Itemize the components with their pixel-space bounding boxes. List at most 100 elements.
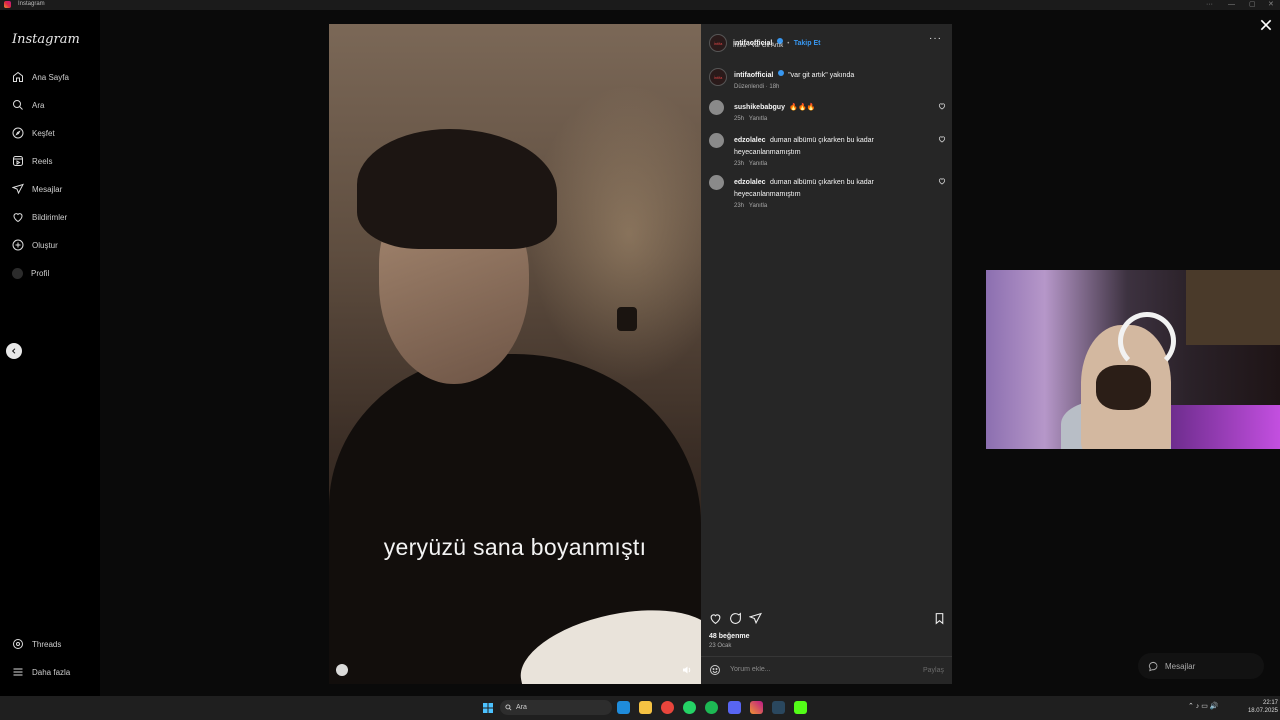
comment-icon[interactable] (729, 612, 742, 625)
sidebar-item-threads[interactable]: Threads (12, 635, 61, 653)
instagram-logo[interactable]: Instagram (12, 32, 80, 47)
post-comment-button[interactable]: Paylaş (923, 667, 944, 674)
discord-icon[interactable] (728, 701, 741, 714)
post-header: İntifa intifaofficial • Takip Et İntifa … (701, 24, 952, 62)
comment-composer: Paylaş (701, 656, 952, 685)
sidebar-item-label: Ara (32, 100, 45, 110)
comment-avatar[interactable] (709, 100, 724, 115)
menu-icon (13, 668, 23, 676)
post-audio[interactable]: İntifa - Var Git Artık (733, 43, 783, 49)
post-actions (709, 612, 947, 626)
heart-icon (13, 213, 23, 223)
sidebar-item-notifications[interactable]: Bildirimler (12, 208, 67, 226)
share-icon[interactable] (749, 612, 762, 625)
sidebar-item-label: Oluştur (32, 240, 58, 250)
plus-icon (12, 239, 24, 251)
previous-post-button[interactable] (6, 343, 22, 359)
comment-username[interactable]: edzolalec (734, 137, 766, 144)
post-author-avatar[interactable]: İntifa (709, 34, 727, 52)
webcam-scene (1166, 405, 1280, 449)
window-close-button[interactable]: ✕ (1268, 0, 1274, 10)
sidebar-item-label: Daha fazla (32, 667, 71, 677)
caption-username[interactable]: intifaofficial (734, 72, 773, 79)
taskbar-search[interactable]: Ara (500, 700, 612, 715)
comment-input[interactable] (728, 665, 912, 674)
minimize-button[interactable]: — (1228, 0, 1235, 10)
sidebar-item-more[interactable]: Daha fazla (12, 663, 70, 681)
webcam-scene (1118, 312, 1176, 370)
sidebar-item-label: Threads (32, 639, 62, 649)
reply-button[interactable]: Yanıtla (749, 161, 767, 167)
sidebar-item-create[interactable]: Oluştur (12, 236, 58, 254)
steam-icon[interactable] (772, 701, 785, 714)
sidebar-item-label: Keşfet (32, 128, 55, 138)
comment-time: 23h (734, 161, 745, 167)
home-icon (13, 71, 23, 82)
webcam-overlay (986, 270, 1280, 449)
video-subtitle: yeryüzü sana boyanmıştı (383, 534, 647, 560)
windows-start-icon[interactable] (482, 702, 494, 714)
reels-icon (13, 156, 23, 166)
comment-username[interactable]: sushikebabguy (734, 104, 785, 111)
follow-button[interactable]: Takip Et (794, 40, 821, 47)
more-icon[interactable]: ··· (1206, 0, 1213, 10)
tagged-users-button[interactable] (336, 664, 348, 676)
volume-icon[interactable] (681, 664, 693, 676)
like-comment-icon[interactable] (938, 135, 946, 143)
reply-button[interactable]: Yanıtla (749, 116, 767, 122)
close-modal-button[interactable] (1258, 17, 1274, 33)
send-icon (12, 183, 24, 195)
sidebar-item-messages[interactable]: Mesajlar (12, 180, 62, 198)
comment-text: 🔥🔥🔥 (789, 104, 816, 111)
messages-pill-button[interactable]: Mesajlar (1138, 653, 1264, 679)
search-icon (13, 100, 23, 110)
separator-dot: • (787, 41, 790, 47)
like-icon[interactable] (709, 612, 722, 625)
reply-button[interactable]: Yanıtla (749, 203, 767, 209)
comment-time: 25h (734, 116, 745, 122)
more-options-icon[interactable]: ··· (929, 33, 942, 44)
video-scene (529, 84, 701, 384)
comment-avatar[interactable] (709, 175, 724, 190)
kick-icon[interactable] (794, 701, 807, 714)
clock-time: 22:17 (1262, 700, 1278, 706)
messages-pill-label: Mesajlar (1165, 661, 1196, 671)
like-comment-icon[interactable] (938, 177, 946, 185)
sidebar-item-explore[interactable]: Keşfet (12, 124, 55, 142)
video-scene (357, 129, 557, 249)
avatar-logo-text: İntifa (713, 74, 723, 80)
like-comment-icon[interactable] (938, 102, 946, 110)
whatsapp-icon[interactable] (683, 701, 696, 714)
webcam-scene (1096, 365, 1151, 410)
sidebar-item-home[interactable]: Ana Sayfa (12, 68, 69, 86)
edge-icon[interactable] (617, 701, 630, 714)
system-clock[interactable]: 22:17 18.07.2025 (1244, 699, 1278, 715)
sidebar-item-search[interactable]: Ara (12, 96, 44, 114)
compass-icon (12, 127, 24, 139)
taskbar: Ara ⌃ ♪ ▭ 🔊 22:17 18.07.2025 (0, 696, 1280, 720)
tray-icons[interactable]: ⌃ ♪ ▭ 🔊 (1188, 703, 1219, 711)
sidebar-item-profile[interactable]: Profil (12, 264, 49, 282)
maximize-button[interactable]: ▢ (1249, 0, 1256, 10)
window-title: Instagram (18, 1, 45, 7)
likes-count[interactable]: 48 beğenme (709, 633, 749, 640)
caption-avatar[interactable]: İntifa (709, 68, 727, 86)
sidebar-item-label: Ana Sayfa (32, 72, 69, 82)
chrome-icon[interactable] (661, 701, 674, 714)
window-titlebar: Instagram ··· — ▢ ✕ (0, 0, 1280, 10)
post-details-panel: İntifa intifaofficial • Takip Et İntifa … (701, 24, 952, 684)
caption-text: "var git artık" yakında (788, 72, 855, 79)
instagram-icon[interactable] (750, 701, 763, 714)
bookmark-icon[interactable] (933, 612, 946, 625)
reel-video[interactable]: yeryüzü sana boyanmıştı (329, 24, 701, 684)
file-explorer-icon[interactable] (639, 701, 652, 714)
comment-username[interactable]: edzolalec (734, 179, 766, 186)
emoji-icon[interactable] (709, 664, 721, 676)
clock-date: 18.07.2025 (1247, 708, 1278, 714)
comment-avatar[interactable] (709, 133, 724, 148)
avatar-logo-text: İntifa (713, 40, 723, 46)
sidebar-item-reels[interactable]: Reels (12, 152, 52, 170)
verified-badge-icon (777, 69, 784, 76)
spotify-icon[interactable] (705, 701, 718, 714)
sidebar-item-label: Profil (31, 268, 50, 278)
